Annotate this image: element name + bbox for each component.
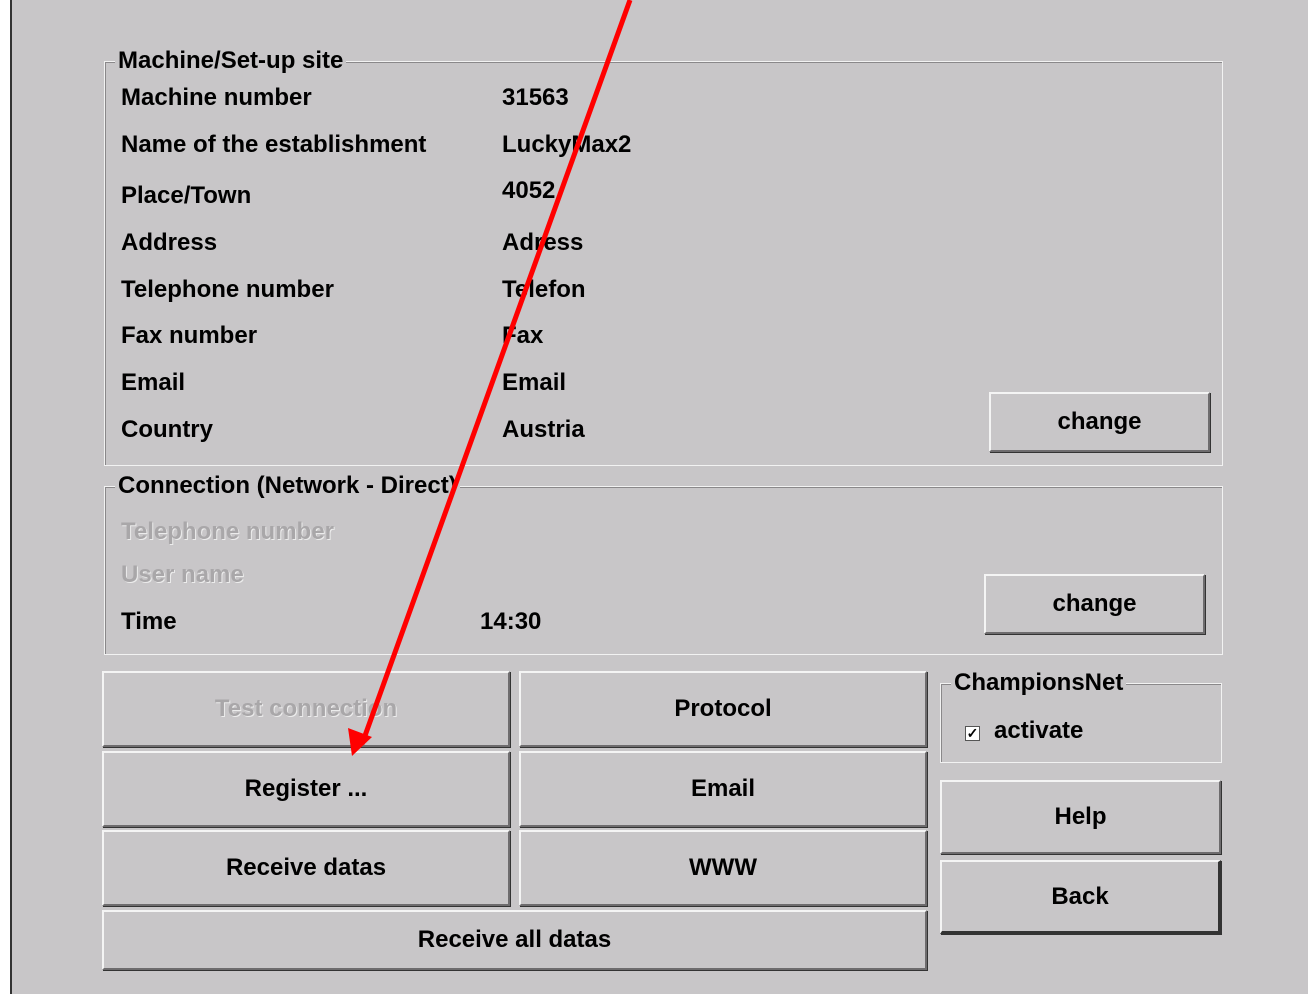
protocol-button[interactable]: Protocol [519, 671, 927, 747]
establishment-name-label: Name of the establishment [121, 131, 427, 158]
www-label: WWW [689, 854, 757, 881]
telephone-label: Telephone number [121, 276, 334, 303]
fax-label: Fax number [121, 322, 258, 349]
country-value: Austria [502, 416, 585, 443]
receive-all-datas-label: Receive all datas [417, 926, 612, 953]
machine-number-value: 31563 [502, 84, 569, 111]
test-connection-label: Test connection [214, 695, 398, 722]
register-button[interactable]: Register ... [102, 751, 510, 827]
receive-all-datas-button[interactable]: Receive all datas [102, 910, 927, 970]
help-label: Help [1054, 803, 1107, 830]
protocol-label: Protocol [674, 695, 772, 722]
email-button-label: Email [690, 775, 756, 802]
connection-change-button[interactable]: change [984, 574, 1205, 634]
address-label: Address [121, 229, 218, 256]
connection-title: Connection (Network - Direct) [115, 473, 460, 499]
place-town-label: Place/Town [121, 182, 252, 209]
activate-checkbox[interactable]: ✓ [965, 726, 980, 741]
register-label: Register ... [244, 775, 368, 802]
connection-change-label: change [1052, 590, 1137, 617]
address-value: Adress [502, 229, 584, 256]
settings-screen: Machine/Set-up site Machine number 31563… [10, 0, 1308, 994]
email-value: Email [502, 369, 567, 396]
test-connection-button[interactable]: Test connection [102, 671, 510, 747]
connection-time-value: 14:30 [480, 608, 542, 635]
machine-setup-title: Machine/Set-up site [115, 48, 347, 74]
check-mark-icon: ✓ [966, 725, 979, 741]
receive-datas-button[interactable]: Receive datas [102, 830, 510, 906]
machine-change-button[interactable]: change [989, 392, 1210, 452]
machine-change-label: change [1057, 408, 1142, 435]
email-label: Email [121, 369, 186, 396]
www-button[interactable]: WWW [519, 830, 927, 906]
place-town-value: 4052 [502, 177, 556, 204]
connection-telephone-label: Telephone number [121, 518, 334, 545]
receive-datas-label: Receive datas [225, 854, 387, 881]
help-button[interactable]: Help [940, 780, 1221, 854]
championsnet-title: ChampionsNet [951, 670, 1127, 696]
establishment-name-value: LuckyMax2 [502, 131, 632, 158]
fax-value: Fax [502, 322, 544, 349]
telephone-value: Telefon [502, 276, 586, 303]
championsnet-group: ChampionsNet ✓ activate [940, 670, 1222, 763]
activate-label: activate [994, 717, 1084, 744]
email-button[interactable]: Email [519, 751, 927, 827]
machine-number-label: Machine number [121, 84, 312, 111]
connection-username-label: User name [121, 561, 244, 588]
back-label: Back [1051, 882, 1109, 910]
back-button[interactable]: Back [940, 860, 1221, 934]
country-label: Country [121, 416, 213, 443]
connection-time-label: Time [121, 608, 177, 635]
